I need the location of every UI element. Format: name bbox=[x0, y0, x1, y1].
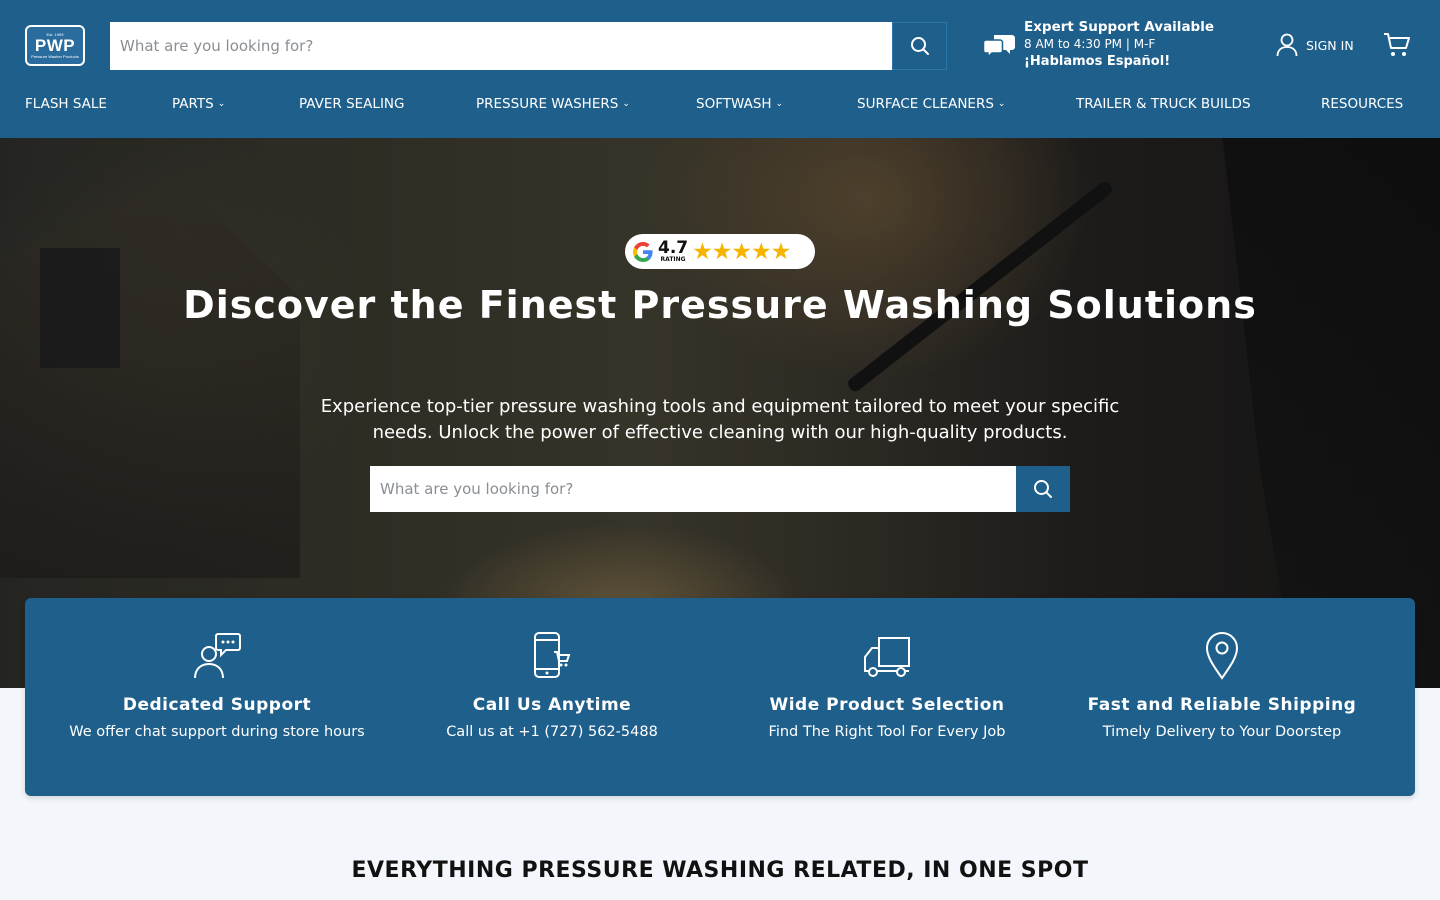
google-rating-badge[interactable]: 4.7 RATING ★ ★ ★ ★ ★ bbox=[625, 234, 815, 269]
nav-paver-sealing[interactable]: PAVER SEALING bbox=[299, 96, 404, 112]
nav-label: FLASH SALE bbox=[25, 96, 107, 112]
nav-label: PARTS bbox=[172, 96, 214, 112]
chevron-down-icon: ⌄ bbox=[217, 99, 226, 109]
hero-title: Discover the Finest Pressure Washing Sol… bbox=[183, 283, 1257, 327]
search-icon bbox=[910, 37, 929, 55]
nav-trailer-truck-builds[interactable]: TRAILER & TRUCK BUILDS bbox=[1076, 96, 1251, 112]
user-icon bbox=[1276, 33, 1298, 57]
star-icon: ★ bbox=[770, 238, 792, 265]
hero-search bbox=[370, 466, 1070, 512]
star-icon: ★ bbox=[731, 238, 752, 265]
feature-title: Dedicated Support bbox=[122, 695, 312, 715]
features-panel: Dedicated Support We offer chat support … bbox=[25, 598, 1415, 796]
cart-icon bbox=[1384, 33, 1410, 56]
feature-shipping: Fast and Reliable Shipping Timely Delive… bbox=[1062, 632, 1382, 743]
logo-text: PWP bbox=[34, 36, 76, 55]
sign-in-label: SIGN IN bbox=[1306, 37, 1354, 53]
section-title: EVERYTHING PRESSURE WASHING RELATED, IN … bbox=[351, 858, 1089, 883]
nav-pressure-washers[interactable]: PRESSURE WASHERS ⌄ bbox=[476, 96, 630, 112]
nav-label: PAVER SEALING bbox=[299, 96, 405, 112]
delivery-truck-icon bbox=[864, 637, 910, 677]
feature-description: Find The Right Tool For Every Job bbox=[768, 724, 1006, 740]
nav-parts[interactable]: PARTS ⌄ bbox=[172, 96, 225, 112]
star-icon: ★ bbox=[692, 238, 713, 265]
rating-number-block: 4.7 RATING bbox=[658, 237, 689, 263]
nav-label: TRAILER & TRUCK BUILDS bbox=[1076, 96, 1251, 112]
support-text: Expert Support Available 8 AM to 4:30 PM… bbox=[1024, 19, 1214, 70]
feature-dedicated-support: Dedicated Support We offer chat support … bbox=[57, 632, 377, 743]
star-icon: ★ bbox=[751, 238, 772, 265]
nav-label: SURFACE CLEANERS bbox=[857, 96, 994, 112]
header-search-button[interactable] bbox=[892, 22, 947, 70]
chat-bubbles-icon bbox=[984, 35, 1015, 59]
feature-description: Timely Delivery to Your Doorstep bbox=[1102, 724, 1342, 740]
phone-cart-icon bbox=[534, 632, 571, 678]
chevron-down-icon: ⌄ bbox=[622, 99, 630, 109]
nav-surface-cleaners[interactable]: SURFACE CLEANERS ⌄ bbox=[857, 96, 1005, 112]
feature-title: Wide Product Selection bbox=[769, 695, 1005, 715]
rating-label: RATING bbox=[660, 255, 686, 263]
feature-title: Fast and Reliable Shipping bbox=[1087, 695, 1357, 715]
pwp-logo[interactable]: Est. 1999 PWP Pressure Washer Products bbox=[25, 25, 85, 66]
star-icon: ★ bbox=[711, 238, 733, 265]
cart-button[interactable] bbox=[1383, 32, 1411, 62]
nav-label: PRESSURE WASHERS bbox=[476, 96, 619, 112]
feature-call-us: Call Us Anytime Call us at +1 (727) 562-… bbox=[392, 632, 712, 743]
support-spanish: ¡Hablamos Español! bbox=[1024, 54, 1171, 69]
rating-value: 4.7 bbox=[658, 237, 689, 258]
support-hours: 8 AM to 4:30 PM | M-F bbox=[1024, 37, 1156, 51]
header-search-input[interactable] bbox=[110, 22, 892, 70]
nav-flash-sale[interactable]: FLASH SALE bbox=[25, 96, 107, 112]
support-chat-icon bbox=[194, 633, 241, 679]
nav-label: SOFTWASH bbox=[696, 96, 772, 112]
nav-softwash[interactable]: SOFTWASH ⌄ bbox=[696, 96, 783, 112]
chevron-down-icon: ⌄ bbox=[997, 99, 1006, 109]
main-nav: FLASH SALE PARTS ⌄ PAVER SEALING PRESSURE… bbox=[0, 96, 1440, 122]
header-search bbox=[110, 22, 947, 70]
feature-description: We offer chat support during store hours bbox=[69, 724, 365, 740]
chevron-down-icon: ⌄ bbox=[775, 99, 784, 109]
feature-product-selection: Wide Product Selection Find The Right To… bbox=[727, 632, 1047, 743]
sign-in-link[interactable]: SIGN IN bbox=[1276, 33, 1354, 57]
google-g-icon bbox=[633, 241, 653, 262]
feature-title: Call Us Anytime bbox=[472, 695, 632, 715]
hero-search-input[interactable] bbox=[370, 466, 1016, 512]
nav-label: RESOURCES bbox=[1321, 96, 1404, 112]
support-title: Expert Support Available bbox=[1024, 19, 1214, 35]
site-header: Est. 1999 PWP Pressure Washer Products E… bbox=[0, 0, 1440, 138]
rating-stars: ★ ★ ★ ★ ★ bbox=[692, 238, 792, 265]
hero-search-button[interactable] bbox=[1016, 466, 1070, 512]
feature-phone[interactable]: Call us at +1 (727) 562-5488 bbox=[392, 722, 712, 743]
logo-subtext: Pressure Washer Products bbox=[31, 54, 79, 59]
search-icon bbox=[1034, 480, 1052, 498]
expert-support[interactable]: Expert Support Available 8 AM to 4:30 PM… bbox=[984, 19, 1214, 70]
nav-resources[interactable]: RESOURCES bbox=[1321, 96, 1403, 112]
map-pin-icon bbox=[1205, 632, 1239, 680]
hero-subtitle: Experience top-tier pressure washing too… bbox=[320, 396, 1120, 443]
